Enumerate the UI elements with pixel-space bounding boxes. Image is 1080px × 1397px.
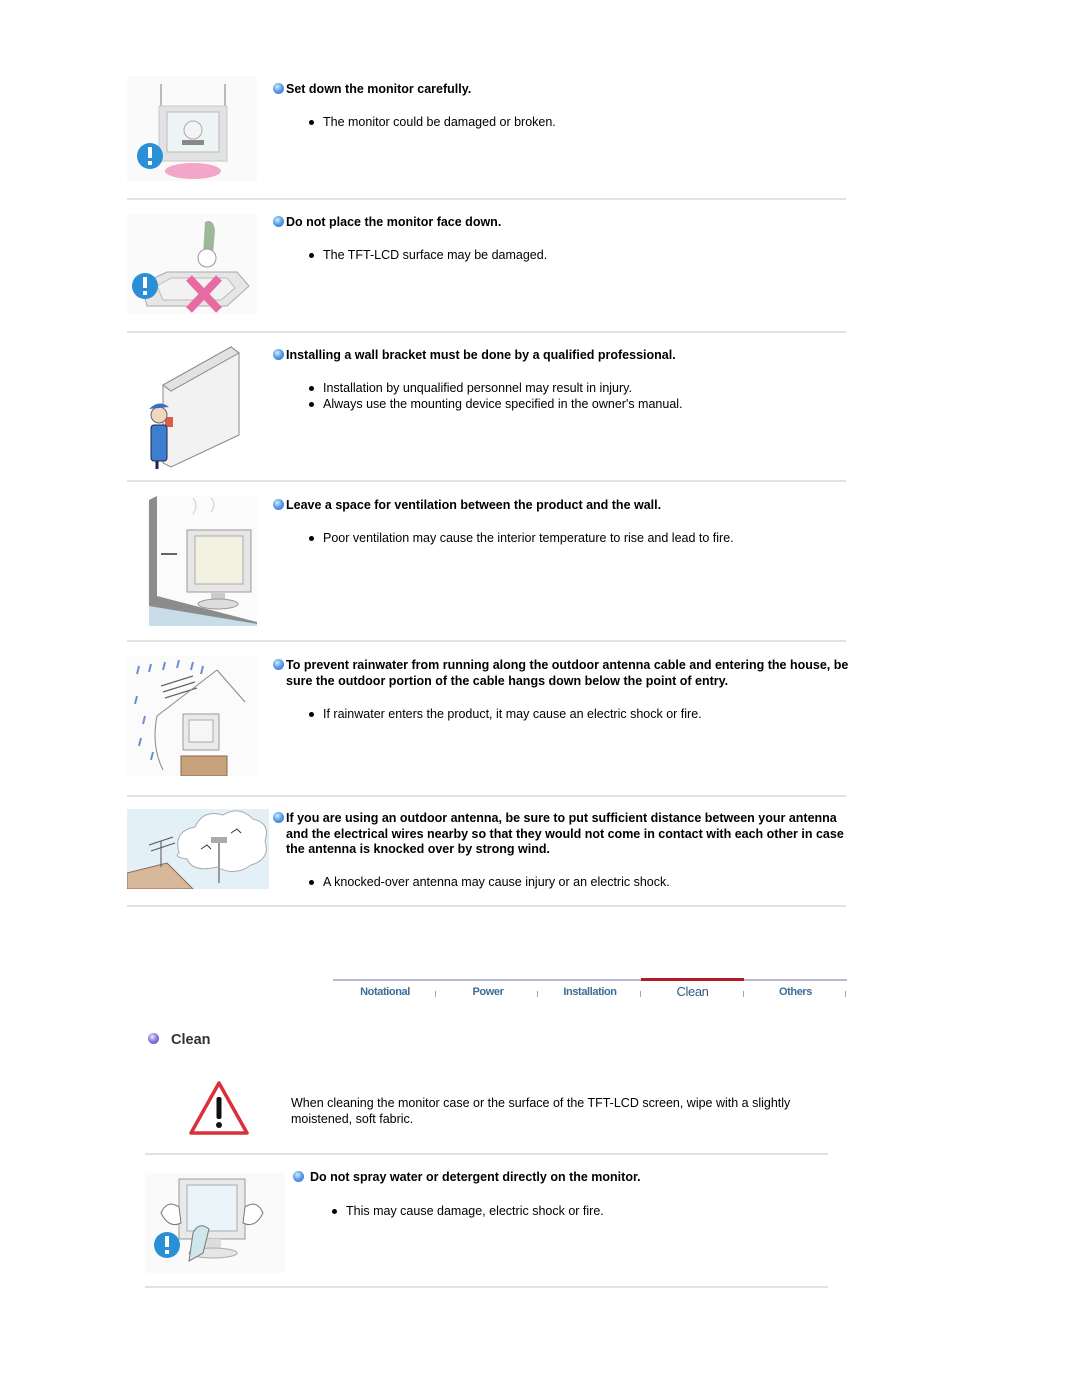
safety-item: If you are using an outdoor antenna, be … bbox=[127, 797, 846, 907]
ventilation-gap-illustration bbox=[127, 496, 267, 626]
list-item: If rainwater enters the product, it may … bbox=[304, 706, 702, 722]
safety-item: Installing a wall bracket must be done b… bbox=[127, 333, 846, 482]
safety-item: Set down the monitor carefully. The moni… bbox=[127, 70, 846, 200]
list-item: The TFT-LCD surface may be damaged. bbox=[304, 247, 547, 263]
bullet-dot-icon bbox=[309, 536, 314, 541]
bullet-dot-icon bbox=[309, 253, 314, 258]
tab-notational[interactable]: Notational bbox=[333, 981, 437, 1003]
bullet-dot-icon bbox=[309, 120, 314, 125]
tab-power[interactable]: Power bbox=[437, 981, 539, 1003]
item-points: Poor ventilation may cause the interior … bbox=[304, 530, 734, 546]
bullet-dot-icon bbox=[309, 880, 314, 885]
clean-intro-text: When cleaning the monitor case or the su… bbox=[291, 1096, 791, 1126]
blue-bullet-icon bbox=[273, 349, 284, 360]
section-bullet-icon bbox=[148, 1033, 159, 1044]
item-points: This may cause damage, electric shock or… bbox=[327, 1203, 604, 1219]
item-title: Do not spray water or detergent directly… bbox=[293, 1170, 876, 1186]
rainwater-antenna-cable-illustration bbox=[127, 656, 267, 776]
item-points: If rainwater enters the product, it may … bbox=[304, 706, 702, 722]
list-item: The monitor could be damaged or broken. bbox=[304, 114, 556, 130]
item-points: A knocked-over antenna may cause injury … bbox=[304, 874, 670, 890]
list-item: Always use the mounting device specified… bbox=[304, 396, 683, 412]
blue-bullet-icon bbox=[273, 216, 284, 227]
tab-separator bbox=[537, 991, 538, 997]
blue-bullet-icon bbox=[273, 83, 284, 94]
tab-installation[interactable]: Installation bbox=[539, 981, 641, 1003]
tab-others[interactable]: Others bbox=[744, 981, 847, 1003]
monitor-held-carefully-illustration bbox=[127, 76, 267, 181]
blue-bullet-icon bbox=[273, 659, 284, 670]
safety-item: Do not place the monitor face down. The … bbox=[127, 200, 846, 333]
wall-bracket-installer-illustration bbox=[127, 345, 267, 470]
spray-on-monitor-prohibited-illustration bbox=[145, 1173, 285, 1278]
bullet-dot-icon bbox=[309, 402, 314, 407]
bullet-dot-icon bbox=[309, 712, 314, 717]
list-item: A knocked-over antenna may cause injury … bbox=[304, 874, 670, 890]
monitor-face-down-prohibited-illustration bbox=[127, 214, 267, 314]
safety-item: Leave a space for ventilation between th… bbox=[127, 482, 846, 642]
warning-triangle-icon bbox=[188, 1080, 250, 1141]
section-heading: Clean bbox=[148, 1032, 211, 1048]
bullet-dot-icon bbox=[332, 1209, 337, 1214]
blue-bullet-icon bbox=[293, 1171, 304, 1182]
section-nav-tabs: Notational Power Installation Clean Othe… bbox=[333, 978, 847, 1005]
list-item: Poor ventilation may cause the interior … bbox=[304, 530, 734, 546]
item-title: Do not place the monitor face down. bbox=[273, 215, 856, 231]
tab-separator bbox=[845, 991, 846, 997]
item-title: If you are using an outdoor antenna, be … bbox=[273, 811, 856, 858]
item-title: Installing a wall bracket must be done b… bbox=[273, 348, 856, 364]
item-points: Installation by unqualified personnel ma… bbox=[304, 380, 683, 412]
item-points: The TFT-LCD surface may be damaged. bbox=[304, 247, 547, 263]
list-item: Installation by unqualified personnel ma… bbox=[304, 380, 683, 396]
item-title: Leave a space for ventilation between th… bbox=[273, 498, 856, 514]
list-item: This may cause damage, electric shock or… bbox=[327, 1203, 604, 1219]
bullet-dot-icon bbox=[309, 386, 314, 391]
antenna-power-lines-illustration bbox=[127, 809, 269, 889]
safety-item: Do not spray water or detergent directly… bbox=[145, 1155, 828, 1287]
item-title: Set down the monitor carefully. bbox=[273, 82, 856, 98]
tab-clean[interactable]: Clean bbox=[641, 978, 744, 1003]
blue-bullet-icon bbox=[273, 812, 284, 823]
safety-item: To prevent rainwater from running along … bbox=[127, 642, 848, 797]
item-points: The monitor could be damaged or broken. bbox=[304, 114, 556, 130]
blue-bullet-icon bbox=[273, 499, 284, 510]
tab-separator bbox=[435, 991, 436, 997]
item-title: To prevent rainwater from running along … bbox=[273, 658, 856, 689]
divider bbox=[145, 1286, 828, 1288]
